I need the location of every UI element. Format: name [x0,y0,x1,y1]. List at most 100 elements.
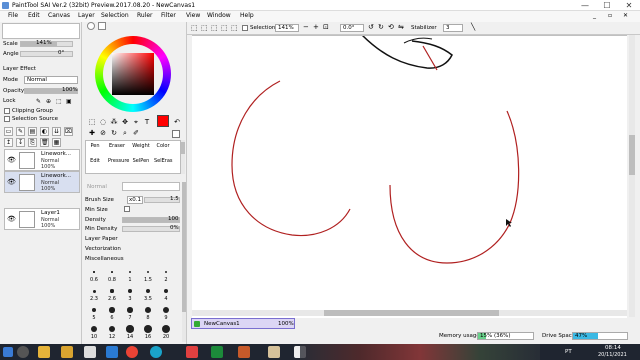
primary-color-swatch[interactable] [157,115,169,127]
hand-tool-icon[interactable]: ⊘ [98,128,108,138]
vscode-icon[interactable] [106,346,118,358]
mode-select[interactable]: Normal [24,76,78,84]
layer-mask-icon[interactable]: ◐ [40,127,49,136]
layer-down-icon[interactable]: ↧ [16,138,25,147]
brush-size-preset-dot[interactable] [162,306,170,314]
zoom-out-icon[interactable]: − [303,23,309,31]
brush-size-preset-dot[interactable] [146,270,150,274]
layer-copy-icon[interactable]: ⎘ [28,138,37,147]
brush-pressure[interactable]: Pressure [108,158,129,164]
lock-pixels-icon[interactable]: ✎ [36,98,41,105]
color-wheel[interactable] [95,36,171,112]
folder-icon[interactable] [61,346,73,358]
brush-size-preset-dot[interactable] [163,288,169,294]
maximize-icon[interactable]: ☐ [597,0,617,11]
brush-size-multiplier[interactable]: x0.1 [127,196,143,204]
close-icon[interactable]: ✕ [619,0,639,11]
canvas-vertical-scrollbar[interactable] [629,35,635,317]
brush-weight[interactable]: Weight [132,143,150,149]
brush-size-preset-dot[interactable] [93,271,95,273]
brush-size-preset-dot[interactable] [110,289,114,293]
brush-selpen[interactable]: SelPen [132,158,150,164]
layer-row[interactable]: 👁 Linework... Normal 100% [4,171,80,193]
brush-size-preset-dot[interactable] [129,271,131,273]
paint-icon[interactable] [238,346,250,358]
menu-filter[interactable]: Filter [161,12,176,19]
lock-position-icon[interactable]: ⊕ [46,98,51,105]
secondary-color-swatch[interactable] [172,130,180,138]
new-folder-icon[interactable]: ▤ [28,127,37,136]
search-tool-icon[interactable]: ⌕ [120,128,130,138]
layer-paper-toggle[interactable]: Layer Paper [85,236,118,242]
clear-layer-icon[interactable]: ⌧ [64,127,73,136]
menu-edit[interactable]: Edit [28,12,40,19]
menu-selection[interactable]: Selection [101,12,129,19]
menu-close-icon[interactable]: ✕ [623,12,628,19]
lock-all-icon[interactable]: ▣ [66,98,72,105]
brush-eraser[interactable]: Eraser [108,143,126,149]
brush-edit[interactable]: Edit [86,158,104,164]
select-all-icon[interactable]: ⬚ [191,24,198,32]
text-tool-icon[interactable]: T [142,117,152,127]
menu-ruler[interactable]: Ruler [137,12,153,19]
brush-color[interactable]: Color [154,143,172,149]
visibility-eye-icon[interactable]: 👁 [7,156,16,164]
dropper-tool-icon[interactable]: ✐ [131,128,141,138]
chrome-icon[interactable] [126,346,138,358]
zoom-reset-icon[interactable]: ⊡ [323,23,329,31]
start-icon[interactable] [3,347,13,357]
selection-source-checkbox[interactable] [4,116,10,122]
new-layer-icon[interactable]: ▭ [4,127,13,136]
brush-size-preset-dot[interactable] [145,307,151,313]
magic-wand-icon[interactable]: ⁂ [109,117,119,127]
menu-file[interactable]: File [8,12,18,19]
layer-effect-toggle[interactable]: Layer Effect [3,66,36,72]
edge-icon[interactable] [150,346,162,358]
brush-size-preset-dot[interactable] [111,271,113,273]
move-tool-icon[interactable]: ✥ [120,117,130,127]
drawing-canvas[interactable] [192,35,627,331]
min-size-checkbox[interactable] [124,206,130,212]
menu-view[interactable]: View [186,12,200,19]
angle-select[interactable]: 0.0° [340,24,364,32]
layer-row[interactable]: 👁 Linework... Normal 100% [4,149,80,171]
layer-delete-icon[interactable]: 🗑 [40,138,49,147]
tool-panel-scrollbar[interactable] [182,182,186,342]
brush-pen[interactable]: Pen [86,143,104,149]
flip-horizontal-icon[interactable]: ⇋ [398,23,404,31]
invert-selection-icon[interactable]: ⬚ [211,24,218,32]
brush-size-preset-dot[interactable] [108,325,116,333]
brush-size-preset-dot[interactable] [164,270,168,274]
angle-slider[interactable] [20,51,73,57]
menu-window[interactable]: Window [207,12,231,19]
miscellaneous-toggle[interactable]: Miscellaneous [85,256,124,262]
zoom-in-icon[interactable]: + [313,23,319,31]
crop-icon[interactable]: ⬚ [221,24,228,32]
vectorization-toggle[interactable]: Vectorization [85,246,121,252]
clock-time[interactable]: 08:14 [605,345,621,351]
visibility-eye-icon[interactable]: 👁 [7,215,16,223]
lasso-tool-icon[interactable]: ◌ [98,117,108,127]
color-slider-mode-icon[interactable] [98,22,106,30]
brush-size-preset-dot[interactable] [145,288,151,294]
canvas-settings-icon[interactable]: ⬚ [231,24,238,32]
swap-colors-icon[interactable]: ↶ [172,117,182,127]
rotate-tool-icon[interactable]: ↻ [109,128,119,138]
file-explorer-icon[interactable] [38,346,50,358]
language-indicator[interactable]: PT [565,349,572,355]
eyedropper-icon[interactable]: ⌖ [131,117,141,127]
rotate-right-icon[interactable]: ↻ [378,23,384,31]
brush-size-preset-dot[interactable] [126,325,134,333]
brush-size-preset-dot[interactable] [90,325,98,333]
stabilizer-select[interactable]: 3 [443,24,463,32]
marquee-tool-icon[interactable]: ⬚ [87,117,97,127]
brush-size-preset-dot[interactable] [92,289,96,293]
sketch-app-icon[interactable] [84,346,96,358]
menu-minimize-icon[interactable]: _ [593,12,596,19]
brush-seleras[interactable]: SelEras [154,158,173,164]
brush-size-preset-dot[interactable] [144,325,152,333]
canvas-tab[interactable]: NewCanvas1 100% [191,318,295,329]
clock-date[interactable]: 20/11/2021 [598,352,627,358]
saturation-value-square[interactable] [112,53,154,95]
menu-layer[interactable]: Layer [78,12,95,19]
